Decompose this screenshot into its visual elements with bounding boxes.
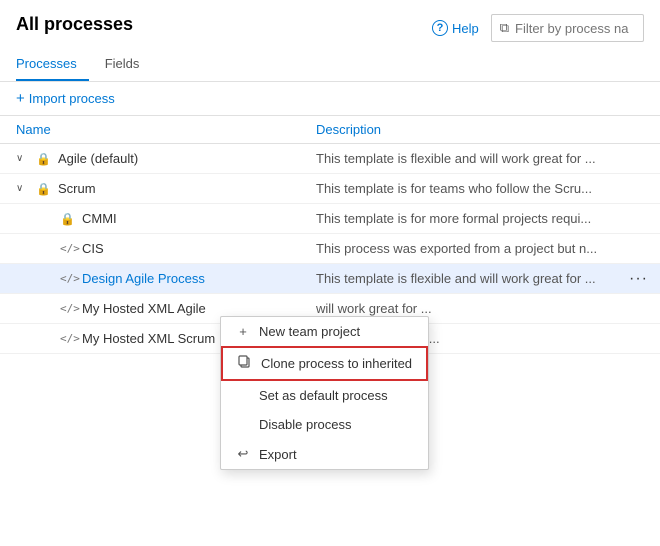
chevron-icon: ∨ [16,183,30,194]
filter-input-wrapper[interactable]: ⧉ [491,14,644,42]
row-left: 🔒 CMMI [16,211,316,226]
export-icon: ↩ [235,446,251,462]
row-description: This template is for more formal project… [316,211,644,226]
row-description: This process was exported from a project… [316,241,644,256]
row-left: ∨ 🔒 Agile (default) [16,151,316,166]
tab-processes[interactable]: Processes [16,50,89,81]
import-label: Import process [29,91,115,106]
filter-icon: ⧉ [500,20,509,36]
code-icon: </> [60,302,76,315]
plus-icon: + [235,324,251,339]
page-title: All processes [16,14,133,35]
row-left: </> My Hosted XML Agile [16,301,316,316]
context-item-label: New team project [259,324,360,339]
context-item-label: Set as default process [259,388,388,403]
row-description: This template is for teams who follow th… [316,181,644,196]
row-name: My Hosted XML Agile [82,301,206,316]
context-menu-item-disable-process[interactable]: Disable process [221,410,428,439]
table-row: ∨ 🔒 Scrum This template is for teams who… [0,174,660,204]
context-menu-item-new-team-project[interactable]: + New team project [221,317,428,346]
help-icon: ? [432,20,448,36]
table-row-design-agile[interactable]: </> Design Agile Process This template i… [0,264,660,294]
row-description: This template is flexible and will work … [316,151,644,166]
tabs-bar: Processes Fields [0,50,660,82]
row-name: My Hosted XML Scrum [82,331,215,346]
row-description: will work great for ... [316,301,644,316]
context-item-label: Export [259,447,297,462]
table-row: 🔒 CMMI This template is for more formal … [0,204,660,234]
lock-icon: 🔒 [60,212,76,226]
lock-icon: 🔒 [36,182,52,196]
row-name: Agile (default) [58,151,138,166]
context-menu-item-export[interactable]: ↩ Export [221,439,428,469]
context-menu-item-set-default[interactable]: Set as default process [221,381,428,410]
page-header: All processes ? Help ⧉ [0,0,660,42]
help-link[interactable]: ? Help [432,20,479,36]
help-label: Help [452,21,479,36]
tab-fields[interactable]: Fields [105,50,152,81]
context-menu-item-clone-process[interactable]: Clone process to inherited [221,346,428,381]
context-item-label: Clone process to inherited [261,356,412,371]
row-left: </> Design Agile Process [16,271,316,286]
row-description: This template is flexible and will work … [316,271,644,286]
clone-icon [237,355,253,372]
lock-icon: 🔒 [36,152,52,166]
process-name-link[interactable]: Design Agile Process [82,271,205,286]
toolbar: + Import process [0,82,660,115]
import-process-button[interactable]: + Import process [16,90,115,107]
context-menu: + New team project Clone process to inhe… [220,316,429,470]
table-header: Name Description [0,116,660,144]
table-row: ∨ 🔒 Agile (default) This template is fle… [0,144,660,174]
context-item-label: Disable process [259,417,352,432]
code-icon: </> [60,272,76,285]
code-icon: </> [60,242,76,255]
plus-icon: + [16,90,25,107]
row-context-menu-button[interactable]: ··· [625,270,652,288]
content-area: Name Description ∨ 🔒 Agile (default) Thi… [0,116,660,354]
table-row: </> CIS This process was exported from a… [0,234,660,264]
row-left: </> CIS [16,241,316,256]
filter-input[interactable] [515,21,635,36]
header-actions: ? Help ⧉ [432,14,644,42]
row-left: ∨ 🔒 Scrum [16,181,316,196]
row-name: CMMI [82,211,117,226]
col-header-description: Description [316,122,644,137]
chevron-icon: ∨ [16,153,30,164]
col-header-name: Name [16,122,316,137]
row-name: CIS [82,241,104,256]
code-icon: </> [60,332,76,345]
row-name: Scrum [58,181,96,196]
